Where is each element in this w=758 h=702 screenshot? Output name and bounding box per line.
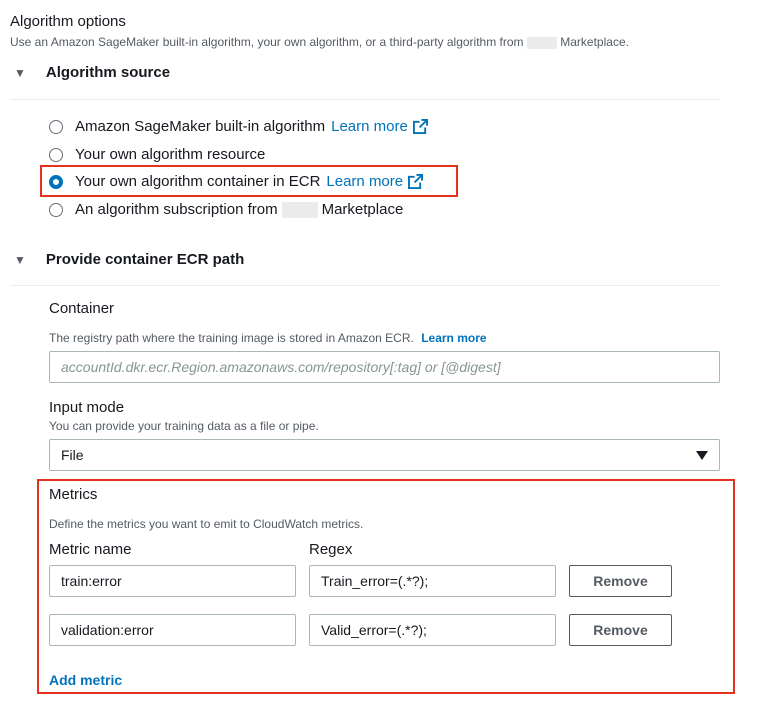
radio-own-algorithm-container[interactable]: Your own algorithm container in ECR Lear… <box>49 173 424 190</box>
metric-name-input[interactable]: validation:error <box>49 614 296 646</box>
radio-label: Your own algorithm resource <box>75 146 266 163</box>
container-description: The registry path where the training ima… <box>49 331 487 345</box>
regex-column-header: Regex <box>309 541 353 558</box>
redacted-block <box>526 36 557 49</box>
external-link-icon[interactable] <box>408 174 424 189</box>
learn-more-link[interactable]: Learn more <box>326 173 403 190</box>
radio-label: Amazon SageMaker built-in algorithm <box>75 118 326 135</box>
divider <box>10 285 720 286</box>
metrics-heading: Metrics <box>49 486 98 503</box>
remove-metric-button[interactable]: Remove <box>569 565 672 597</box>
select-caret-icon <box>696 450 708 460</box>
description-text: Use an Amazon SageMaker built-in algorit… <box>10 35 524 49</box>
radio-marketplace-subscription[interactable]: An algorithm subscription from Marketpla… <box>49 201 403 218</box>
metric-name-value: train:error <box>61 573 122 589</box>
metric-regex-value: Train_error=(.*?); <box>321 573 429 589</box>
metric-regex-input[interactable]: Train_error=(.*?); <box>309 565 556 597</box>
remove-metric-button[interactable]: Remove <box>569 614 672 646</box>
radio-label: Your own algorithm container in ECR <box>75 173 321 190</box>
metrics-description: Define the metrics you want to emit to C… <box>49 517 364 531</box>
external-link-icon[interactable] <box>412 119 428 134</box>
metric-name-column-header: Metric name <box>49 541 132 558</box>
metric-name-input[interactable]: train:error <box>49 565 296 597</box>
add-metric-link[interactable]: Add metric <box>49 672 122 688</box>
radio-label-suffix: Marketplace <box>321 201 404 218</box>
container-label: Container <box>49 300 115 317</box>
container-path-placeholder: accountId.dkr.ecr.Region.amazonaws.com/r… <box>61 359 501 375</box>
metric-regex-input[interactable]: Valid_error=(.*?); <box>309 614 556 646</box>
input-mode-value: File <box>61 447 84 463</box>
section-description: Use an Amazon SageMaker built-in algorit… <box>10 35 629 49</box>
container-path-heading: Provide container ECR path <box>45 251 245 268</box>
section-title: Algorithm options <box>10 13 126 30</box>
learn-more-link[interactable]: Learn more <box>331 118 408 135</box>
learn-more-link[interactable]: Learn more <box>421 331 486 345</box>
algorithm-source-header[interactable]: ▼ Algorithm source <box>14 64 170 81</box>
container-path-header[interactable]: ▼ Provide container ECR path <box>14 251 244 268</box>
input-mode-label: Input mode <box>49 399 125 416</box>
description-suffix: Marketplace. <box>560 35 629 49</box>
radio-own-algorithm-resource[interactable]: Your own algorithm resource <box>49 146 265 163</box>
radio-button[interactable] <box>49 147 63 162</box>
radio-button-selected[interactable] <box>49 174 63 189</box>
radio-label: An algorithm subscription from <box>75 201 278 218</box>
input-mode-select[interactable]: File <box>49 439 720 471</box>
divider <box>10 99 720 100</box>
container-desc-text: The registry path where the training ima… <box>49 331 414 345</box>
container-path-input[interactable]: accountId.dkr.ecr.Region.amazonaws.com/r… <box>49 351 720 383</box>
radio-button[interactable] <box>49 119 63 134</box>
metric-name-value: validation:error <box>61 622 154 638</box>
algorithm-source-heading: Algorithm source <box>45 64 171 81</box>
radio-builtin-algorithm[interactable]: Amazon SageMaker built-in algorithm Lear… <box>49 118 428 135</box>
radio-button[interactable] <box>49 202 63 217</box>
triangle-down-icon: ▼ <box>14 252 26 267</box>
input-mode-description: You can provide your training data as a … <box>49 419 319 433</box>
redacted-block <box>281 201 318 218</box>
metric-regex-value: Valid_error=(.*?); <box>321 622 427 638</box>
triangle-down-icon: ▼ <box>14 65 26 80</box>
